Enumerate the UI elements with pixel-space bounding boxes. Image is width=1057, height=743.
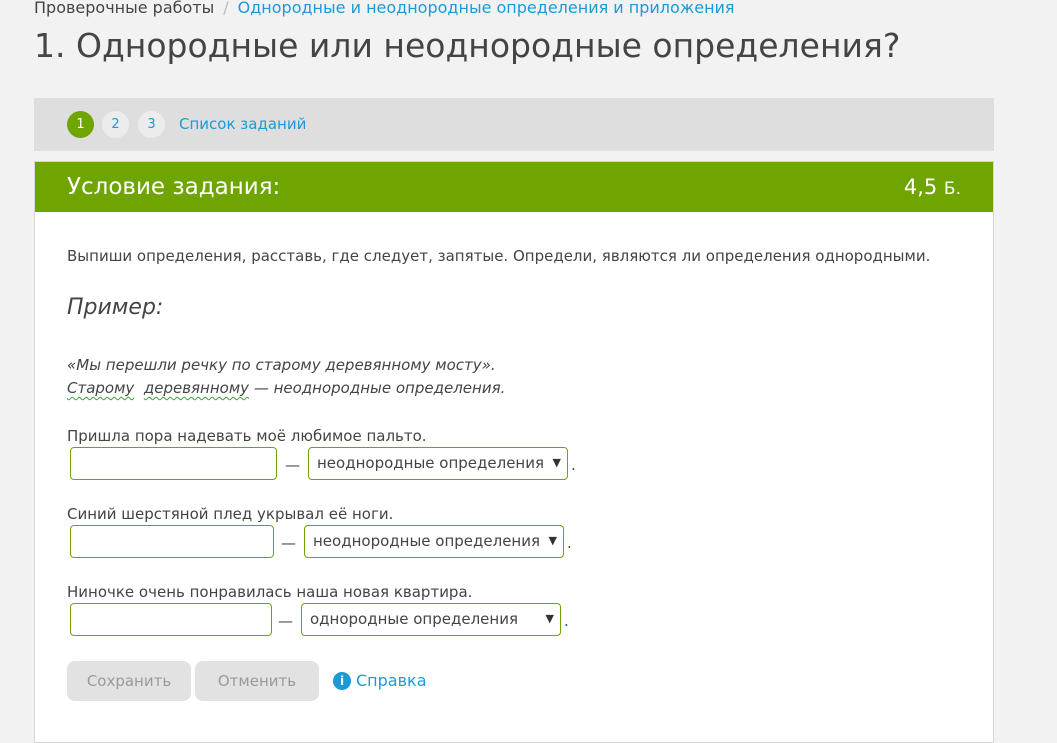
info-circle-icon: i	[333, 672, 351, 690]
step-1-button[interactable]: 1	[67, 111, 94, 138]
exercise-3-sentence: Ниночке очень понравилась наша новая ква…	[67, 583, 473, 601]
task-score-value: 4,5	[903, 175, 938, 199]
exercise-3-answer-input[interactable]	[70, 603, 272, 636]
help-link[interactable]: i Справка	[333, 669, 427, 693]
task-card: Условие задания: 4,5 Б. Выпиши определен…	[34, 161, 994, 743]
exercise-2-answer-input[interactable]	[70, 525, 274, 558]
exercise-3-period: .	[564, 612, 569, 630]
example-word-2: деревянному	[143, 379, 250, 397]
help-link-label: Справка	[356, 671, 427, 690]
exercise-2-period: .	[567, 534, 572, 552]
cancel-button[interactable]: Отменить	[195, 661, 319, 701]
exercise-2-dash: —	[281, 534, 296, 552]
step-navigation: 1 2 3 Список заданий	[34, 98, 994, 151]
breadcrumb: Проверочные работы / Однородные и неодноро…	[34, 0, 735, 19]
exercise-3-type-select[interactable]: однородные определения ▼	[301, 603, 561, 636]
chevron-down-icon: ▼	[545, 612, 554, 625]
chevron-down-icon: ▼	[552, 456, 561, 469]
exercise-3-selected-value: однородные определения	[310, 610, 518, 628]
save-button[interactable]: Сохранить	[67, 661, 191, 701]
exercise-2-selected-value: неоднородные определения	[313, 532, 541, 550]
page-title: 1. Однородные или неоднородные определен…	[34, 26, 901, 65]
exercise-2-type-select[interactable]: неоднородные определения ▼	[304, 525, 564, 558]
exercise-2-sentence: Синий шерстяной плед укрывал её ноги.	[67, 505, 394, 523]
task-list-link[interactable]: Список заданий	[179, 113, 306, 135]
example-answer: Старому деревянному — неоднородные опред…	[67, 377, 505, 399]
task-instructions: Выпиши определения, расставь, где следуе…	[67, 247, 931, 265]
exercise-3-dash: —	[278, 612, 293, 630]
task-score-unit: Б.	[943, 179, 961, 199]
example-sentence: «Мы перешли речку по старому деревянному…	[67, 356, 496, 374]
breadcrumb-separator: /	[223, 0, 229, 17]
step-2-button[interactable]: 2	[102, 111, 129, 138]
exercise-1-type-select[interactable]: неоднородные определения ▼	[308, 447, 568, 480]
exercise-1-answer-input[interactable]	[70, 447, 277, 480]
chevron-down-icon: ▼	[548, 534, 557, 547]
exercise-1-sentence: Пришла пора надевать моё любимое пальто.	[67, 427, 427, 445]
task-score: 4,5 Б.	[904, 172, 961, 204]
example-heading: Пример:	[67, 295, 164, 320]
breadcrumb-root-link[interactable]: Проверочные работы	[34, 0, 214, 17]
step-3-button[interactable]: 3	[138, 111, 165, 138]
task-header-title: Условие задания:	[67, 174, 281, 200]
exercise-1-period: .	[571, 456, 576, 474]
task-header: Условие задания: 4,5 Б.	[35, 162, 993, 212]
example-word-1: Старому	[67, 379, 135, 397]
example-answer-tail: — неоднородные определения.	[253, 379, 506, 397]
exercise-1-dash: —	[285, 456, 300, 474]
breadcrumb-current-link[interactable]: Однородные и неоднородные определения и …	[238, 0, 735, 17]
exercise-1-selected-value: неоднородные определения	[317, 454, 545, 472]
